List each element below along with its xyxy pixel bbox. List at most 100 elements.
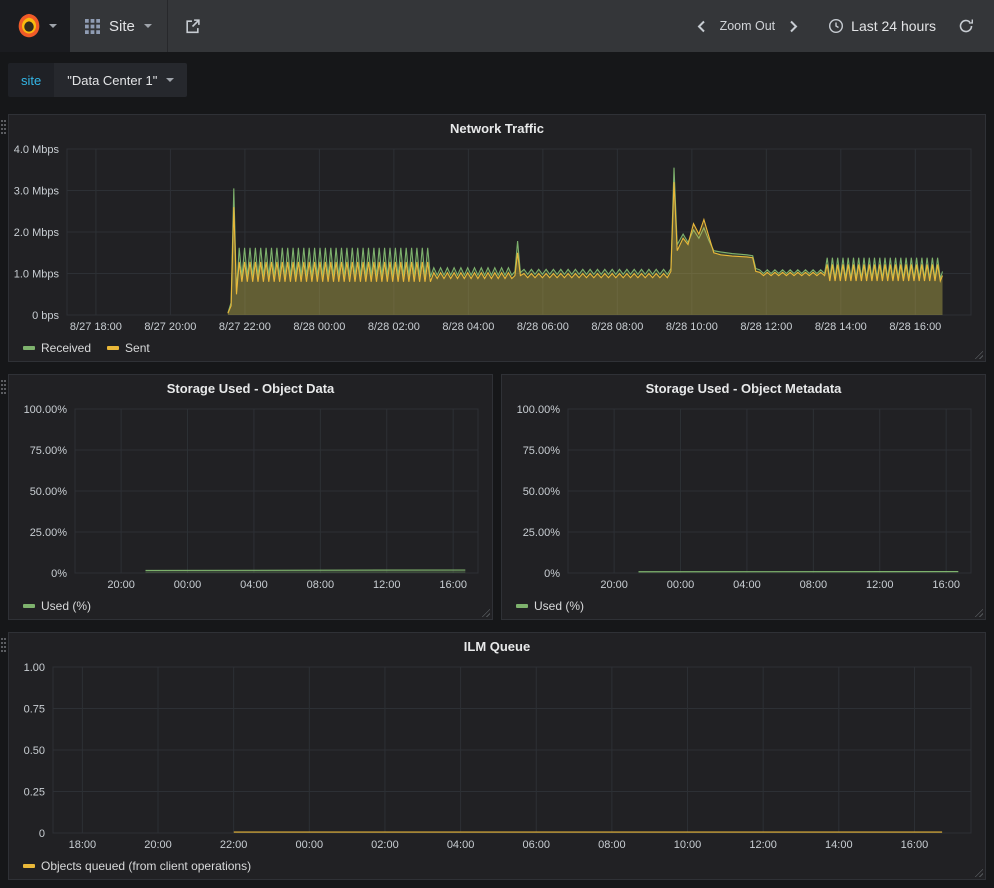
svg-text:8/27 22:00: 8/27 22:00 <box>219 321 271 333</box>
refresh-dashboard-button[interactable] <box>950 18 982 34</box>
svg-text:8/27 18:00: 8/27 18:00 <box>70 321 122 333</box>
clock-icon <box>828 18 844 34</box>
network-traffic-plot[interactable]: 4.0 Mbps3.0 Mbps2.0 Mbps1.0 Mbps0 bps8/2… <box>9 141 985 335</box>
panel-storage-object-metadata: Storage Used - Object Metadata 100.00% 75… <box>501 374 986 620</box>
svg-text:04:00: 04:00 <box>240 579 268 591</box>
variable-value-text: "Data Center 1" <box>67 73 157 88</box>
legend-swatch-icon <box>23 864 35 868</box>
svg-text:10:00: 10:00 <box>674 839 702 851</box>
ilm-queue-plot[interactable]: 1.000.750.500.25018:0020:0022:0000:0002:… <box>9 659 985 853</box>
svg-text:06:00: 06:00 <box>522 839 550 851</box>
svg-text:75.00%: 75.00% <box>523 445 561 457</box>
refresh-icon <box>958 18 974 34</box>
storage-object-metadata-legend: Used (%) <box>502 593 985 619</box>
svg-text:8/28 14:00: 8/28 14:00 <box>815 321 867 333</box>
storage-object-metadata-plot[interactable]: 100.00%75.00%50.00%25.00%0%20:0000:0004:… <box>502 401 985 593</box>
legend-item-received[interactable]: Received <box>23 341 91 355</box>
grafana-logo-icon <box>14 11 44 41</box>
row-drag-handle[interactable] <box>1 120 3 122</box>
svg-text:00:00: 00:00 <box>174 579 202 591</box>
svg-text:0 bps: 0 bps <box>32 310 59 322</box>
svg-text:25.00%: 25.00% <box>523 527 561 539</box>
svg-text:8/28 04:00: 8/28 04:00 <box>442 321 494 333</box>
svg-text:20:00: 20:00 <box>107 579 135 591</box>
storage-object-data-legend: Used (%) <box>9 593 492 619</box>
svg-text:75.00%: 75.00% <box>30 445 68 457</box>
shift-time-forward-button[interactable] <box>786 16 802 37</box>
time-shift-controls: Zoom Out <box>681 16 815 37</box>
dashboard-picker-site[interactable]: Site <box>70 0 168 52</box>
svg-text:100.00%: 100.00% <box>517 404 561 416</box>
svg-text:100.00%: 100.00% <box>24 404 68 416</box>
svg-text:4.0 Mbps: 4.0 Mbps <box>14 144 60 156</box>
svg-text:12:00: 12:00 <box>866 579 894 591</box>
legend-label: Received <box>41 341 91 355</box>
share-dashboard-button[interactable] <box>168 0 217 52</box>
row-drag-handle[interactable] <box>1 380 3 382</box>
time-range-label: Last 24 hours <box>851 18 936 34</box>
chevron-down-icon <box>166 78 174 82</box>
svg-text:08:00: 08:00 <box>598 839 626 851</box>
svg-text:50.00%: 50.00% <box>30 486 68 498</box>
svg-text:8/28 06:00: 8/28 06:00 <box>517 321 569 333</box>
legend-item-used[interactable]: Used (%) <box>516 599 584 613</box>
svg-text:8/27 20:00: 8/27 20:00 <box>144 321 196 333</box>
legend-swatch-icon <box>23 604 35 608</box>
dashboard-row-3: ILM Queue 1.000.750.500.25018:0020:0022:… <box>8 632 986 880</box>
legend-item-objects-queued-from-client-operations[interactable]: Objects queued (from client operations) <box>23 859 251 873</box>
ilm-queue-legend: Objects queued (from client operations) <box>9 853 985 879</box>
svg-text:04:00: 04:00 <box>447 839 475 851</box>
row-drag-handle[interactable] <box>1 638 3 640</box>
svg-text:1.00: 1.00 <box>24 662 45 674</box>
svg-text:02:00: 02:00 <box>371 839 399 851</box>
dashboard-row-2: Storage Used - Object Data 100.00% 75.00%… <box>8 374 986 620</box>
shift-time-back-button[interactable] <box>693 16 709 37</box>
svg-text:12:00: 12:00 <box>749 839 777 851</box>
grafana-logo-button[interactable] <box>0 0 70 52</box>
svg-text:8/28 00:00: 8/28 00:00 <box>293 321 345 333</box>
panel-storage-object-data: Storage Used - Object Data 100.00% 75.00%… <box>8 374 493 620</box>
svg-text:18:00: 18:00 <box>69 839 97 851</box>
svg-text:16:00: 16:00 <box>932 579 960 591</box>
svg-text:16:00: 16:00 <box>901 839 929 851</box>
panel-title-network-traffic[interactable]: Network Traffic <box>9 115 985 141</box>
svg-text:50.00%: 50.00% <box>523 486 561 498</box>
svg-text:8/28 02:00: 8/28 02:00 <box>368 321 420 333</box>
svg-text:2.0 Mbps: 2.0 Mbps <box>14 227 60 239</box>
panel-title-storage-object-metadata[interactable]: Storage Used - Object Metadata <box>502 375 985 401</box>
legend-label: Used (%) <box>534 599 584 613</box>
svg-text:8/28 16:00: 8/28 16:00 <box>889 321 941 333</box>
legend-label: Objects queued (from client operations) <box>41 859 251 873</box>
svg-text:08:00: 08:00 <box>307 579 335 591</box>
panel-title-storage-object-data[interactable]: Storage Used - Object Data <box>9 375 492 401</box>
zoom-out-button[interactable]: Zoom Out <box>720 19 776 33</box>
storage-object-data-plot[interactable]: 100.00% 75.00% 50.00% 25.00% 0% 20:00 00:00 04:… <box>9 401 492 593</box>
panel-title-ilm-queue[interactable]: ILM Queue <box>9 633 985 659</box>
top-navbar: Site Zoom Out <box>0 0 994 52</box>
dashboard-row-1: Network Traffic 4.0 Mbps 3.0 Mbps 2.0 Mbps… <box>8 114 986 362</box>
time-range-picker[interactable]: Last 24 hours <box>814 18 950 34</box>
svg-text:25.00%: 25.00% <box>30 527 68 539</box>
svg-text:14:00: 14:00 <box>825 839 853 851</box>
svg-text:8/28 10:00: 8/28 10:00 <box>666 321 718 333</box>
panel-ilm-queue: ILM Queue 1.000.750.500.25018:0020:0022:… <box>8 632 986 880</box>
svg-text:8/28 08:00: 8/28 08:00 <box>591 321 643 333</box>
panel-network-traffic: Network Traffic 4.0 Mbps 3.0 Mbps 2.0 Mbps… <box>8 114 986 362</box>
svg-text:0: 0 <box>39 828 45 840</box>
template-variable-site[interactable]: site "Data Center 1" <box>8 63 187 97</box>
svg-text:0%: 0% <box>51 568 67 580</box>
dashboard-grid: Network Traffic 4.0 Mbps 3.0 Mbps 2.0 Mbps… <box>0 97 994 880</box>
svg-text:0.50: 0.50 <box>24 745 45 757</box>
variable-value-dropdown[interactable]: "Data Center 1" <box>54 63 187 97</box>
legend-swatch-icon <box>23 346 35 350</box>
svg-text:8/28 12:00: 8/28 12:00 <box>740 321 792 333</box>
chevron-down-icon <box>49 24 57 28</box>
legend-item-sent[interactable]: Sent <box>107 341 150 355</box>
legend-swatch-icon <box>107 346 119 350</box>
navbar-right-controls: Zoom Out Last 24 hours <box>681 0 994 52</box>
svg-text:00:00: 00:00 <box>667 579 695 591</box>
chevron-down-icon <box>144 24 152 28</box>
legend-item-used[interactable]: Used (%) <box>23 599 91 613</box>
svg-text:3.0 Mbps: 3.0 Mbps <box>14 186 60 198</box>
svg-text:16:00: 16:00 <box>439 579 467 591</box>
